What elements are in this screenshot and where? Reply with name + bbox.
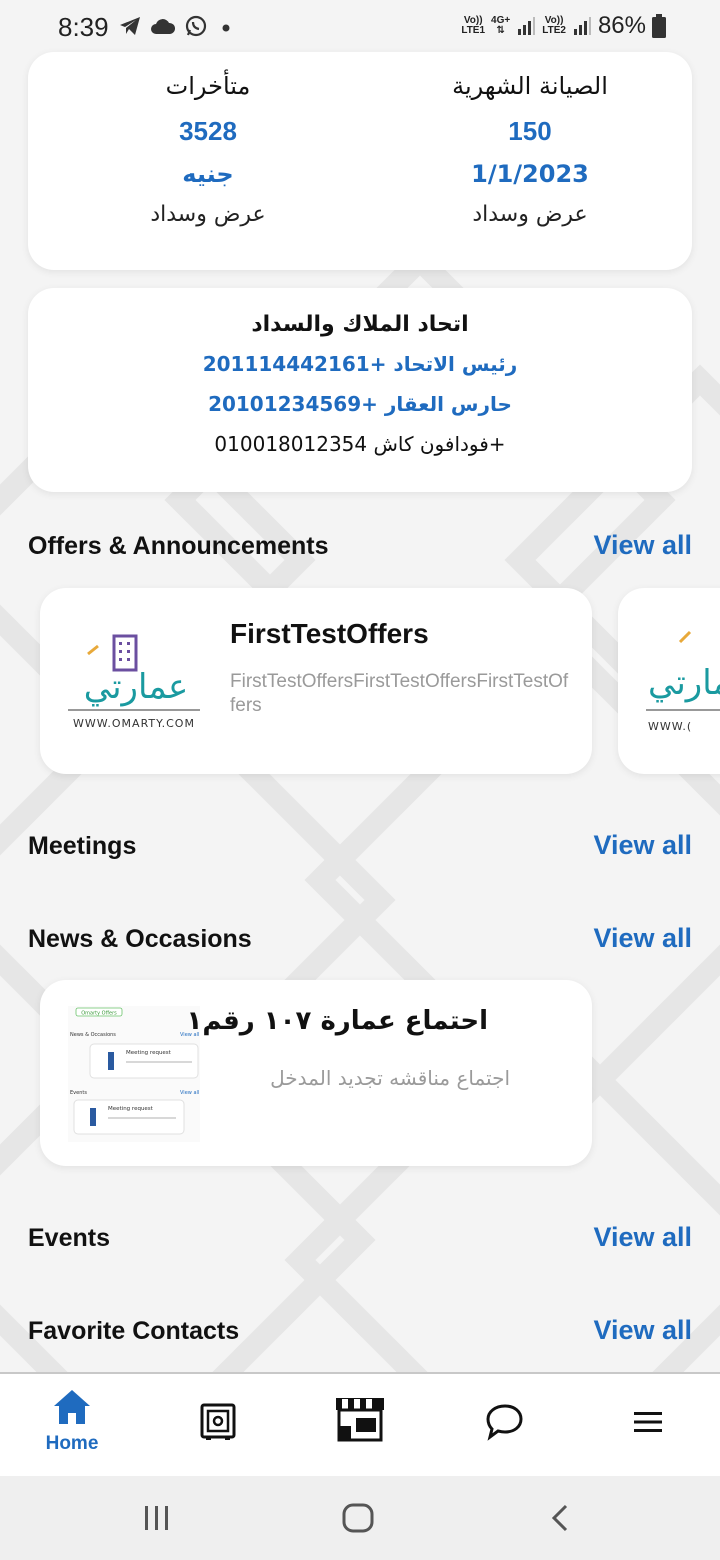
recent-apps-button[interactable]	[142, 1498, 172, 1538]
status-time: 8:39	[58, 12, 109, 42]
favorites-section-header: Favorite Contacts View all	[28, 1315, 692, 1357]
svg-text:View all: View all	[180, 1090, 199, 1096]
vodafone-cash-number: +فودافون كاش 010018012354	[214, 432, 506, 456]
telegram-icon	[120, 17, 140, 35]
notification-icons	[118, 14, 236, 38]
events-section-title: Events	[28, 1224, 110, 1252]
safe-icon	[200, 1403, 236, 1440]
favorites-view-all-link[interactable]: View all	[593, 1315, 692, 1346]
nav-home-label: Home	[45, 1433, 99, 1454]
home-system-button[interactable]	[340, 1498, 376, 1538]
status-bar: 8:39 Vo)) LTE1 4G+ ⇅ Vo)) LTE2 86%	[0, 0, 720, 56]
signal-icon-2	[573, 17, 591, 35]
union-president-phone[interactable]: رئيس الاتحاد +201114442161	[28, 352, 692, 386]
news-section-title: News & Occasions	[28, 925, 252, 953]
nav-store[interactable]	[320, 1396, 400, 1447]
monthly-maintenance-column: الصيانة الشهرية 150 1/1/2023 عرض وسداد	[380, 72, 680, 234]
dot-icon	[222, 24, 230, 32]
news-title: احتماع عمارة ١٠٧ رقم١	[186, 1006, 488, 1036]
signal-icon	[518, 17, 536, 35]
4g-indicator: 4G+ ⇅	[491, 15, 511, 36]
view-pay-arrears-button[interactable]: عرض وسداد	[58, 202, 358, 234]
meetings-section-header: Meetings View all	[28, 830, 692, 872]
whatsapp-icon	[185, 15, 207, 37]
news-section-header: News & Occasions View all	[28, 923, 692, 965]
svg-text:Omarty Offers: Omarty Offers	[81, 1011, 117, 1017]
monthly-maintenance-value: 150	[508, 116, 552, 146]
offers-view-all-link[interactable]: View all	[593, 530, 692, 561]
building-guard-phone[interactable]: حارس العقار +20101234569	[28, 392, 692, 426]
nav-home[interactable]: Home	[32, 1388, 112, 1455]
home-icon	[54, 1390, 90, 1424]
events-section-header: Events View all	[28, 1222, 692, 1264]
arrears-currency: جنيه	[182, 160, 234, 188]
view-pay-monthly-button[interactable]: عرض وسداد	[380, 202, 680, 234]
arrears-title: متأخرات	[165, 72, 251, 100]
svg-text:Meeting request: Meeting request	[108, 1106, 154, 1112]
meetings-section-title: Meetings	[28, 832, 137, 860]
owners-union-card: اتحاد الملاك والسداد رئيس الاتحاد +20111…	[28, 288, 692, 492]
favorites-section-title: Favorite Contacts	[28, 1317, 240, 1345]
news-thumbnail: Omarty Offers News & Occasions View all …	[68, 1006, 200, 1142]
news-description: اجتماع مناقشه تجديد المدخل	[270, 1066, 510, 1090]
logo-url: WWW.OMARTY.COM	[73, 717, 195, 730]
volte-lte2-indicator: Vo)) LTE2	[542, 15, 566, 36]
svg-text:News & Occasions: News & Occasions	[70, 1032, 116, 1038]
system-navigation-bar	[0, 1476, 720, 1560]
svg-text:عمارتي: عمارتي	[648, 663, 720, 703]
offer-description: FirstTestOffersFirstTestOffersFirstTestO…	[230, 671, 569, 716]
news-card[interactable]: Omarty Offers News & Occasions View all …	[40, 980, 592, 1166]
offers-section-title: Offers & Announcements	[28, 532, 329, 560]
offer-card[interactable]: عمارتي WWW.OMARTY.COM FirstTestOffers Fi…	[40, 588, 592, 774]
events-view-all-link[interactable]: View all	[593, 1222, 692, 1253]
status-right: Vo)) LTE1 4G+ ⇅ Vo)) LTE2 86%	[461, 12, 666, 40]
chat-icon	[486, 1404, 523, 1441]
news-view-all-link[interactable]: View all	[593, 923, 692, 954]
svg-text:Events: Events	[70, 1090, 87, 1096]
omarty-logo-partial: عمارتي WWW.(	[646, 630, 720, 733]
union-title: اتحاد الملاك والسداد	[251, 312, 469, 337]
nav-payments[interactable]	[178, 1402, 258, 1447]
offer-card-partial[interactable]: عمارتي WWW.(	[618, 588, 720, 774]
offers-section-header: Offers & Announcements View all	[28, 530, 692, 572]
back-system-button[interactable]	[546, 1498, 576, 1538]
nav-menu[interactable]	[608, 1410, 688, 1439]
store-icon	[336, 1398, 384, 1442]
svg-text:Meeting request: Meeting request	[126, 1050, 172, 1056]
offer-title: FirstTestOffers	[230, 618, 429, 649]
volte-lte1-indicator: Vo)) LTE1	[461, 15, 486, 36]
monthly-maintenance-title: الصيانة الشهرية	[452, 72, 608, 100]
cloud-icon	[151, 19, 176, 34]
hamburger-menu-icon	[634, 1412, 662, 1432]
meetings-view-all-link[interactable]: View all	[593, 830, 692, 861]
arrears-value: 3528	[179, 116, 237, 146]
dues-summary-card: الصيانة الشهرية 150 1/1/2023 عرض وسداد م…	[28, 52, 692, 270]
battery-percent: 86%	[597, 12, 646, 39]
bottom-navigation: Home	[0, 1372, 720, 1476]
nav-chat[interactable]	[464, 1402, 544, 1447]
battery-icon	[652, 14, 666, 38]
arrears-column: متأخرات 3528 جنيه عرض وسداد	[58, 72, 358, 234]
omarty-logo: عمارتي WWW.OMARTY.COM	[66, 626, 206, 736]
logo-arabic-text: عمارتي	[84, 667, 189, 707]
svg-text:WWW.(: WWW.(	[648, 720, 692, 733]
monthly-maintenance-date: 1/1/2023	[471, 160, 589, 188]
